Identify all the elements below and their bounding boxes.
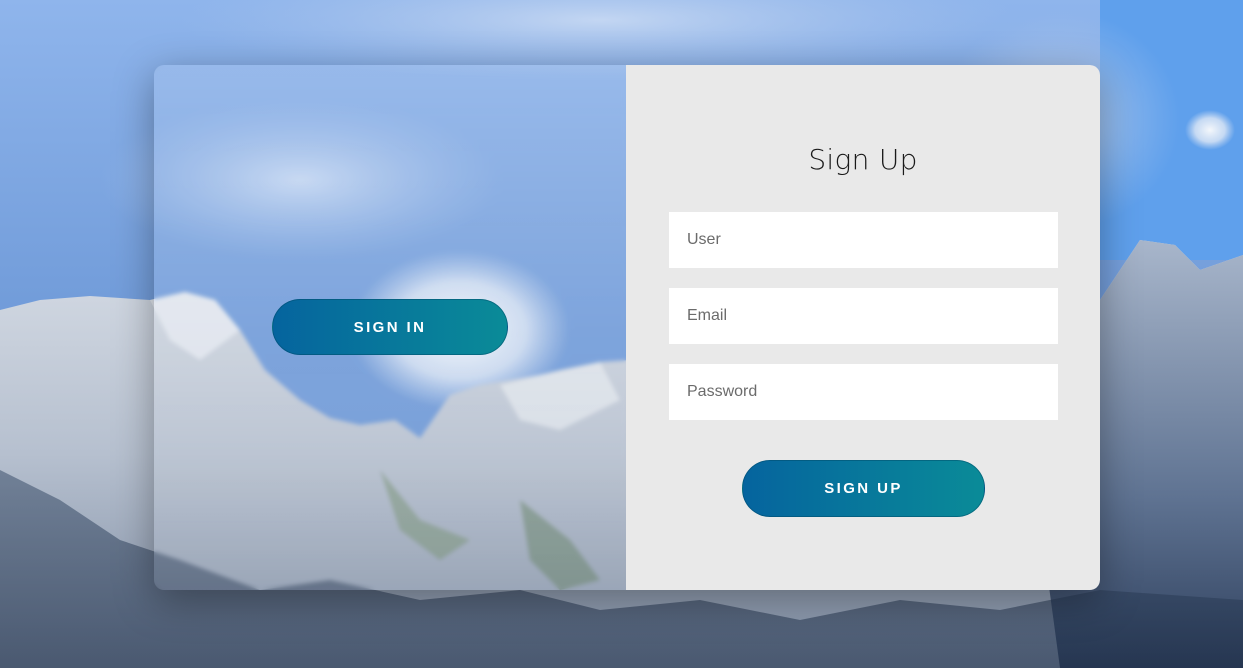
signin-panel: SIGN IN xyxy=(154,65,626,590)
email-input[interactable] xyxy=(669,288,1058,344)
auth-card: SIGN IN Sign Up SIGN UP xyxy=(154,65,1100,590)
sign-in-button[interactable]: SIGN IN xyxy=(272,299,508,355)
password-input[interactable] xyxy=(669,364,1058,420)
sign-up-button[interactable]: SIGN UP xyxy=(742,460,985,517)
signup-panel: Sign Up SIGN UP xyxy=(626,65,1100,590)
signup-title: Sign Up xyxy=(808,143,918,176)
user-input[interactable] xyxy=(669,212,1058,268)
